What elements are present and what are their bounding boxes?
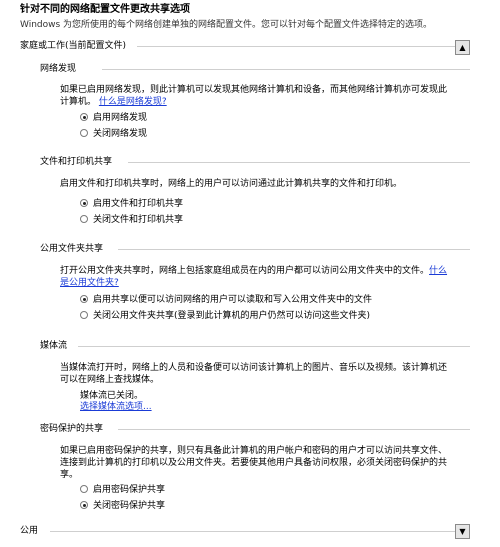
network-discovery-description: 如果已启用网络发现，则此计算机可以发现其他网络计算机和设备，而其他网络计算机亦可… (60, 85, 448, 107)
radio-selected-icon[interactable] (80, 295, 88, 303)
option-password-sharing-on[interactable]: 启用密码保护共享 (80, 484, 165, 496)
section-divider (102, 69, 470, 70)
radio-selected-icon[interactable] (80, 113, 88, 121)
option-public-folder-off[interactable]: 关闭公用文件夹共享(登录到此计算机的用户仍然可以访问这些文件夹) (80, 310, 370, 322)
section-title-public-folder-sharing: 公用文件夹共享 (40, 244, 104, 254)
profile-divider (50, 531, 467, 532)
chevron-down-icon: ▼ (459, 527, 466, 536)
radio-empty-icon[interactable] (80, 129, 88, 137)
page-title: 针对不同的网络配置文件更改共享选项 (20, 4, 190, 15)
what-is-public-folder-link-part1[interactable]: 什么 (429, 266, 447, 276)
profile-header-public: 公用 (20, 526, 39, 536)
section-divider (128, 162, 470, 163)
section-divider (118, 249, 470, 250)
section-divider (118, 429, 470, 430)
file-printer-description: 启用文件和打印机共享时，网络上的用户可以访问通过此计算机共享的文件和打印机。 (60, 179, 403, 189)
section-divider (78, 346, 470, 347)
profile-divider (137, 46, 467, 47)
section-title-password-protected-sharing: 密码保护的共享 (40, 424, 104, 434)
password-sharing-description: 如果已启用密码保护的共享，则只有具备此计算机的用户帐户和密码的用户才可以访问共享… (60, 446, 448, 480)
chevron-up-icon: ▲ (459, 43, 466, 52)
expand-profile-button[interactable]: ▼ (455, 524, 470, 539)
option-network-discovery-on[interactable]: 启用网络发现 (80, 112, 147, 124)
media-streaming-description: 当媒体流打开时，网络上的人员和设备便可以访问该计算机上的图片、音乐以及视频。该计… (60, 363, 448, 385)
radio-selected-icon[interactable] (80, 501, 88, 509)
radio-empty-icon[interactable] (80, 311, 88, 319)
collapse-profile-button[interactable]: ▲ (455, 40, 470, 55)
option-network-discovery-off[interactable]: 关闭网络发现 (80, 128, 147, 140)
option-file-printer-off[interactable]: 关闭文件和打印机共享 (80, 214, 183, 226)
option-file-printer-on[interactable]: 启用文件和打印机共享 (80, 198, 183, 210)
what-is-public-folder-link-part2[interactable]: 是公用文件夹? (60, 278, 119, 288)
public-folder-description: 打开公用文件夹共享时，网络上包括家庭组成员在内的用户都可以访问公用文件夹中的文件… (60, 266, 448, 288)
radio-empty-icon[interactable] (80, 485, 88, 493)
section-title-media-streaming: 媒体流 (40, 341, 68, 351)
choose-media-streaming-options-link[interactable]: 选择媒体流选项... (80, 401, 152, 413)
section-title-network-discovery: 网络发现 (40, 64, 77, 74)
option-public-folder-on[interactable]: 启用共享以便可以访问网络的用户可以读取和写入公用文件夹中的文件 (80, 294, 372, 306)
option-password-sharing-off[interactable]: 关闭密码保护共享 (80, 500, 165, 512)
radio-selected-icon[interactable] (80, 199, 88, 207)
page-subtitle: Windows 为您所使用的每个网络创建单独的网络配置文件。您可以针对每个配置文… (20, 20, 433, 30)
section-title-file-printer-sharing: 文件和打印机共享 (40, 157, 113, 167)
profile-header-home-work: 家庭或工作(当前配置文件) (20, 41, 127, 51)
what-is-network-discovery-link[interactable]: 什么是网络发现? (99, 97, 167, 107)
radio-empty-icon[interactable] (80, 215, 88, 223)
